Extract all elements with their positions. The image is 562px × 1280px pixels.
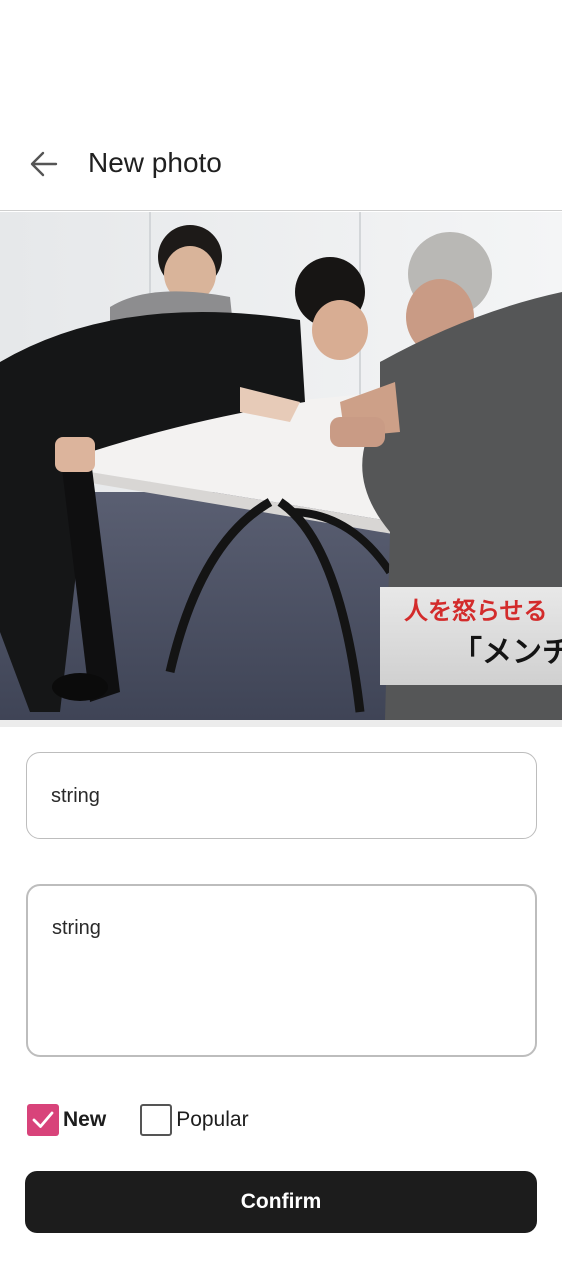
page-title: New photo xyxy=(88,147,222,178)
arrow-left-icon xyxy=(30,151,58,177)
confirm-button[interactable]: Confirm xyxy=(25,1171,537,1233)
photo-preview: 人を怒らせる 「メンチ xyxy=(0,212,562,720)
description-textarea[interactable]: string xyxy=(26,884,537,1057)
title-input[interactable]: string xyxy=(26,752,537,839)
app-header: New photo xyxy=(0,118,562,210)
new-checkbox[interactable] xyxy=(27,1104,59,1136)
header-divider xyxy=(0,210,562,211)
photo-bottom-strip xyxy=(0,720,562,727)
popular-checkbox[interactable] xyxy=(140,1104,173,1136)
description-input-value: string xyxy=(52,917,101,939)
new-checkbox-label: New xyxy=(63,1108,107,1131)
popular-checkbox-label: Popular xyxy=(176,1108,249,1131)
back-button[interactable] xyxy=(20,140,68,188)
tag-checkboxes: New Popular xyxy=(27,1104,249,1136)
check-icon xyxy=(32,1111,54,1128)
photo-caption-line1: 人を怒らせる xyxy=(404,596,548,625)
photo-caption-line2: 「メンチ xyxy=(452,635,562,670)
title-input-value: string xyxy=(51,785,100,807)
